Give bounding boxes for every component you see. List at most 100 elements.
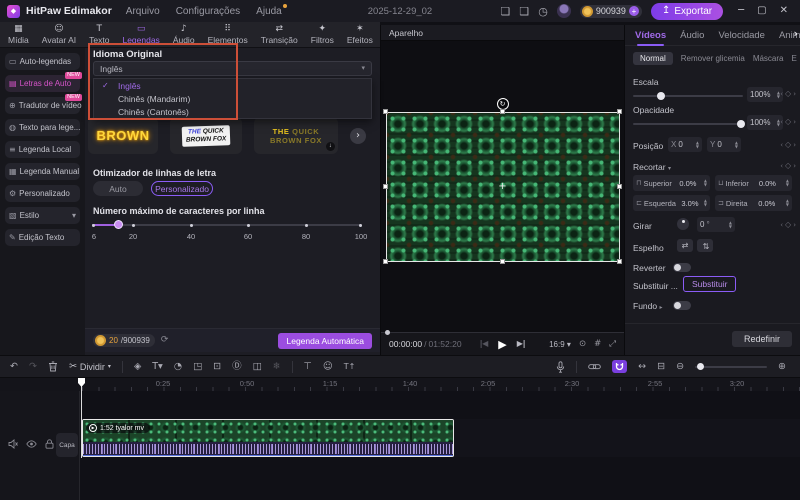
auto-button[interactable]: Auto [93,181,143,196]
keying-icon[interactable]: ⊡ [213,362,221,372]
crop-icon[interactable]: ◳ [193,362,202,372]
export-button[interactable]: ↥ Exportar [651,3,723,20]
undo-icon[interactable]: ↶ [10,362,18,372]
fit-timeline-icon[interactable]: ⊟ [657,362,665,372]
credits-badge[interactable]: 900939 + [580,5,642,18]
sidebar-texto-para-legenda[interactable]: ◍Texto para lege... [5,119,80,136]
crop-right-field[interactable]: ⊐Direita0.0% ▲▼ [715,195,792,211]
ribbon-elementos[interactable]: ⠿Elementos [208,25,248,45]
ribbon-midia[interactable]: ▦Mídia [8,25,29,45]
speed-icon[interactable]: ◔ [174,362,182,372]
position-y-box[interactable]: Y0 ▲▼ [707,137,741,152]
speed-ramp-icon[interactable]: Ⓓ [232,362,242,372]
stepper-icon[interactable]: ▲▼ [786,199,789,207]
option-chines-mandarim[interactable]: Chinês (Mandarim) [94,92,371,105]
close-button[interactable]: ✕ [780,6,788,16]
sidebar-tradutor-de-video[interactable]: ⊕Tradutor de vídeoNEW [5,97,80,114]
sidebar-edicao-texto[interactable]: ✎Edição Texto [5,229,80,246]
tabs-overflow-chevron[interactable]: › [793,28,798,39]
subtab-normal[interactable]: Normal [633,52,673,65]
play-button[interactable]: ▶ [498,339,506,350]
maximize-button[interactable]: ▢ [757,6,766,16]
more-styles-button[interactable]: › [350,128,366,144]
language-select[interactable]: Inglês ▾ [93,61,372,76]
stepper-icon[interactable]: ▲▼ [704,179,707,187]
sidebar-legenda-manual[interactable]: ▦Legenda Manual [5,163,80,180]
option-chines-cantones[interactable]: Chinês (Cantonês) [94,105,371,118]
crop-keyframe-controls[interactable]: ‹◇› [780,162,796,170]
next-frame-button[interactable]: ▶ [517,340,525,348]
selection-handle[interactable] [500,259,505,264]
selection-handle[interactable] [383,184,388,189]
freeze-frame-icon[interactable]: ❄ [273,362,281,372]
mirror-clip-icon[interactable]: ◫ [253,362,262,372]
scale-handle[interactable] [657,92,665,100]
previous-frame-button[interactable]: ◀ [480,340,488,348]
selection-handle[interactable] [617,184,622,189]
ribbon-filtros[interactable]: ✦Filtros [311,25,334,45]
grid-icon[interactable]: # [594,340,601,349]
selection-handle[interactable] [617,109,622,114]
zoom-in-icon[interactable]: ⊕ [778,362,786,372]
position-x-box[interactable]: X0 ▲▼ [668,137,702,152]
stepper-icon[interactable]: ▲▼ [729,221,732,229]
mask-icon[interactable]: ◈ [134,362,141,372]
max-chars-slider[interactable] [92,220,362,230]
menu-configuracoes[interactable]: Configurações [176,6,240,17]
menu-arquivo[interactable]: Arquivo [126,6,160,17]
flip-horizontal-button[interactable]: ⇄ [677,239,693,252]
link-clips-icon[interactable] [588,362,601,371]
ribbon-legendas[interactable]: ▭Legendas [122,25,159,45]
opacity-handle[interactable] [737,120,745,128]
tab-velocidade[interactable]: Velocidade [718,30,764,41]
track-hide-icon[interactable] [26,440,37,448]
download-icon[interactable]: ↓ [326,142,335,151]
background-toggle[interactable] [673,301,691,310]
selection-handle[interactable] [500,109,505,114]
text-template-icon[interactable]: ⊤ [304,362,312,372]
refresh-icon[interactable]: ⟳ [161,336,169,345]
sidebar-auto-legendas[interactable]: ▭Auto-legendas [5,53,80,70]
subtab-remover[interactable]: Remover glicemia [681,54,745,63]
opacity-slider[interactable] [633,123,743,125]
fullscreen-icon[interactable]: ⤢ [609,340,616,349]
menu-ajuda[interactable]: Ajuda [256,6,282,17]
tab-audio[interactable]: Áudio [680,30,704,41]
reset-button[interactable]: Redefinir [732,331,792,347]
timeline-ruler[interactable]: 0:25 0:50 1:15 1:40 2:05 2:30 2:55 3:20 [0,378,800,391]
rotate-dial[interactable] [677,218,689,230]
snap-magnet-icon[interactable] [612,360,627,373]
ribbon-texto[interactable]: TTexto [89,25,109,45]
split-button[interactable]: ✂Dividir▾ [69,362,111,372]
selection-handle[interactable] [383,109,388,114]
rotate-value-box[interactable]: 0° ▲▼ [697,217,735,232]
ribbon-audio[interactable]: ♪Áudio [173,25,195,45]
minimize-button[interactable]: ─ [738,6,744,16]
text-to-speech-icon[interactable]: T↑ [344,363,356,371]
aspect-ratio-select[interactable]: 16:9 ▾ [549,340,571,349]
selection-handle[interactable] [383,259,388,264]
add-credits-icon[interactable]: + [629,6,639,16]
timeline-zoom-slider[interactable] [695,366,767,368]
sidebar-letras-de-auto[interactable]: ▤Letras de AutoNEW [5,75,80,92]
stepper-icon[interactable]: ▲▼ [735,141,738,149]
crop-left-field[interactable]: ⊏Esquerda3.0% ▲▼ [633,195,710,211]
ribbon-transicao[interactable]: ⇄Transição [261,25,298,45]
ribbon-efeitos[interactable]: ✶Efeitos [347,25,373,45]
sidebar-legenda-local[interactable]: ≡Legenda Local [5,141,80,158]
history-icon[interactable]: ◷ [538,6,548,17]
replace-button[interactable]: Substituir [683,276,736,292]
redo-icon[interactable]: ↷ [29,362,37,372]
rotate-keyframe-controls[interactable]: ‹◇› [780,221,796,229]
tab-videos[interactable]: Vídeos [635,30,666,41]
user-avatar[interactable] [557,4,571,18]
snapshot-icon[interactable]: ⊙ [579,340,586,349]
track-lock-icon[interactable] [45,439,54,449]
scale-slider[interactable] [633,95,743,97]
stepper-icon[interactable]: ▲▼ [786,179,789,187]
option-ingles[interactable]: ✓Inglês [94,79,371,92]
scale-keyframe-controls[interactable]: ‹◇› [780,90,796,98]
crop-bottom-field[interactable]: ⊔Inferior0.0% ▲▼ [715,175,792,191]
stepper-icon[interactable]: ▲▼ [704,199,707,207]
subtab-mascara[interactable]: Máscara [753,54,784,63]
